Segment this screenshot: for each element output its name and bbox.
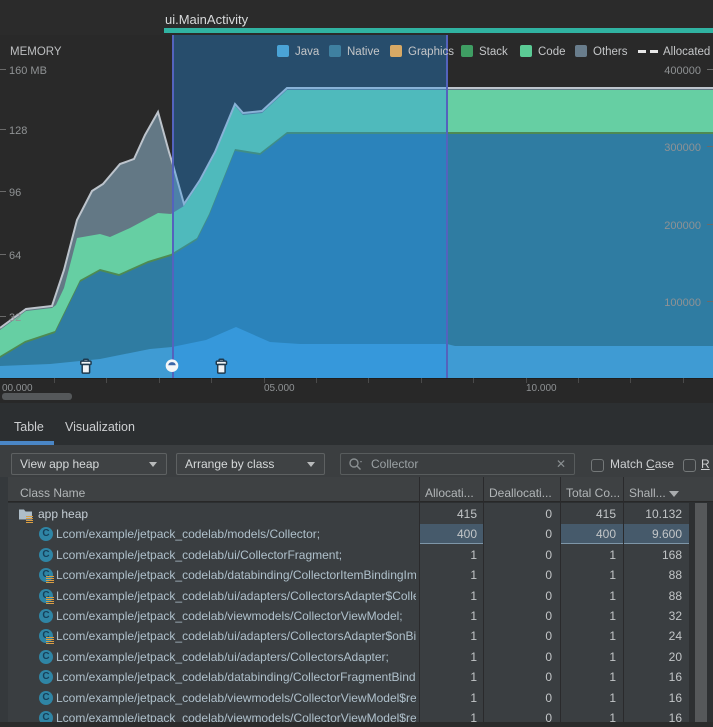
- svg-text:128: 128: [9, 125, 27, 137]
- svg-text:160 MB: 160 MB: [9, 65, 47, 77]
- svg-text:05.000: 05.000: [264, 383, 295, 394]
- svg-text:00.000: 00.000: [2, 383, 33, 394]
- svg-text:300000: 300000: [664, 142, 701, 154]
- svg-text:400000: 400000: [664, 65, 701, 77]
- svg-text:Graphics: Graphics: [408, 46, 454, 58]
- svg-text:MEMORY: MEMORY: [10, 46, 62, 58]
- svg-text:100000: 100000: [664, 297, 701, 309]
- svg-text:Stack: Stack: [479, 46, 508, 58]
- svg-text:200000: 200000: [664, 220, 701, 232]
- svg-text:32: 32: [9, 312, 21, 324]
- svg-text:64: 64: [9, 250, 21, 262]
- svg-text:10.000: 10.000: [526, 383, 557, 394]
- svg-text:96: 96: [9, 187, 21, 199]
- svg-text:Others: Others: [593, 46, 628, 58]
- svg-text:Native: Native: [347, 46, 380, 58]
- svg-text:Java: Java: [295, 46, 320, 58]
- svg-text:Code: Code: [538, 46, 566, 58]
- svg-text:Allocated: Allocated: [663, 46, 710, 58]
